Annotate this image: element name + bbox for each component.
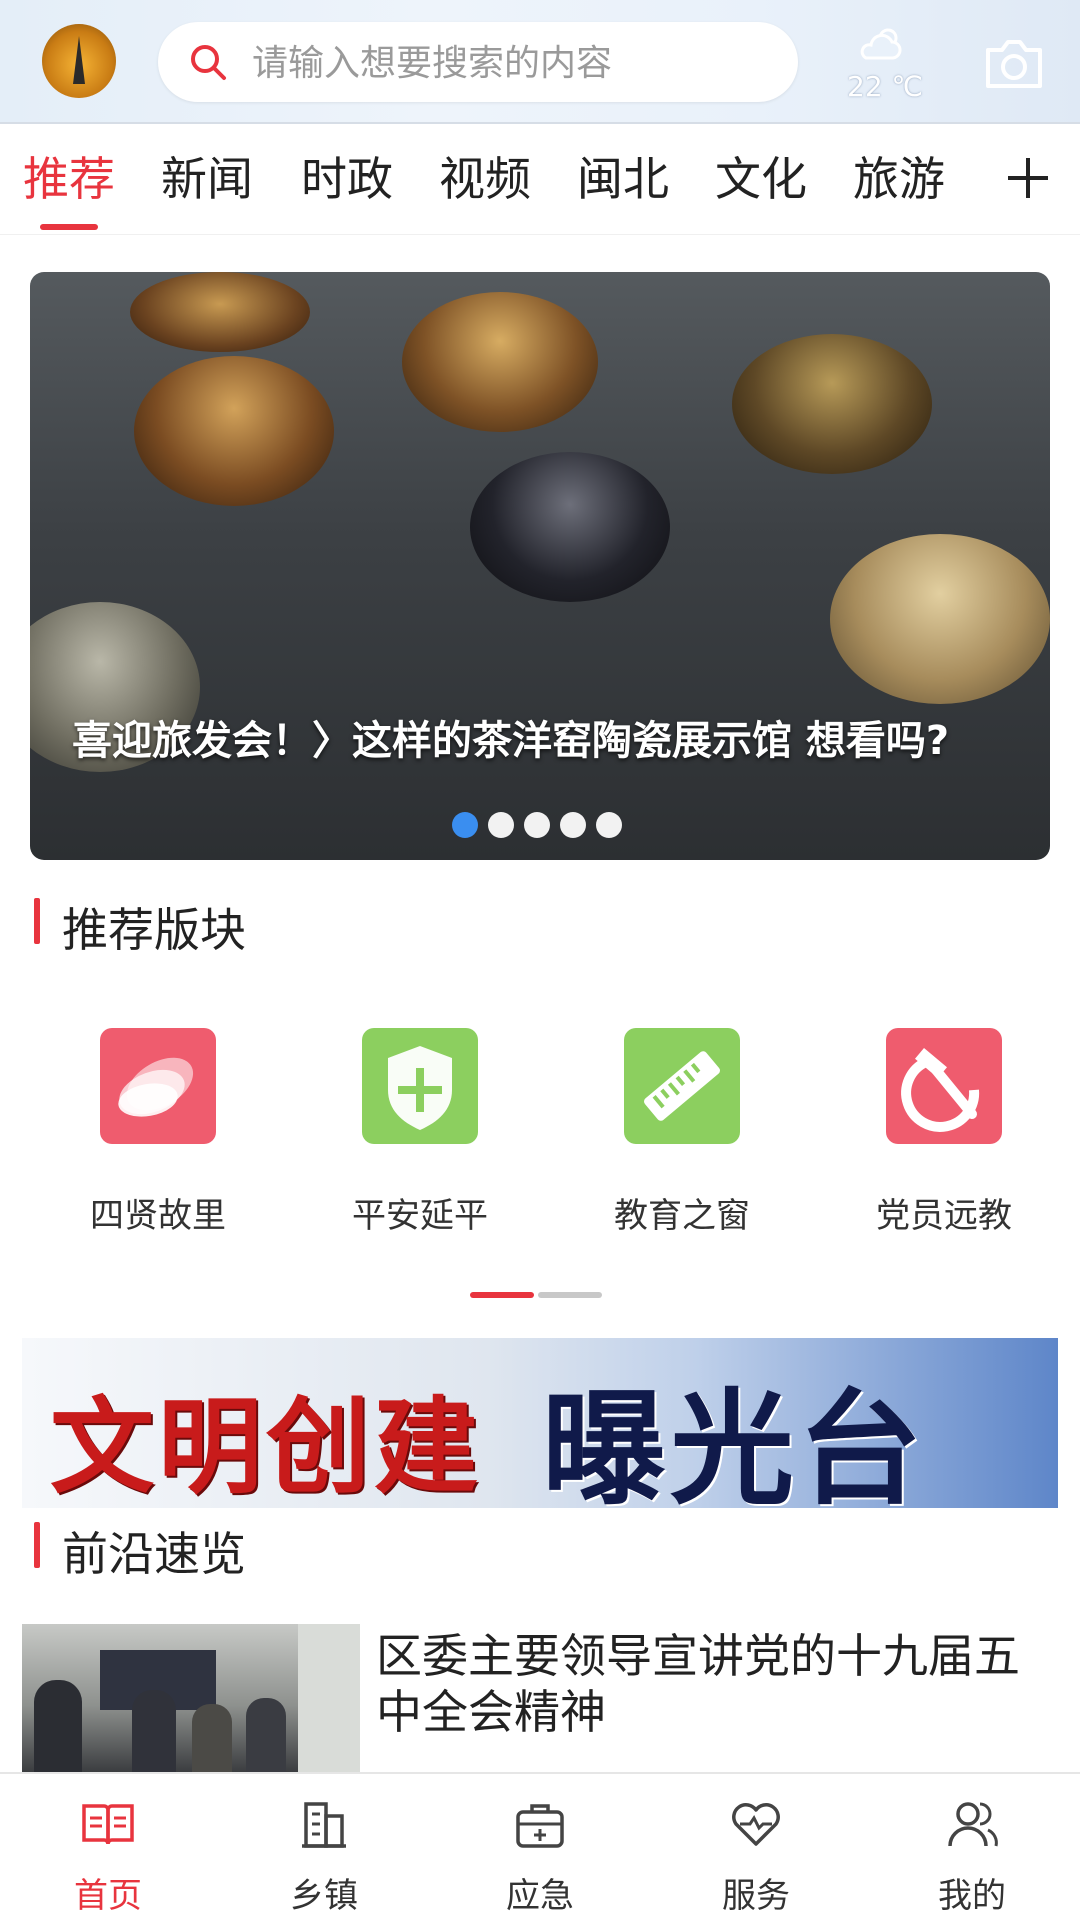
nav-emergency[interactable]: 应急 — [432, 1774, 648, 1922]
nav-label-home: 首页 — [74, 1876, 142, 1916]
thumbnail-person — [192, 1704, 232, 1772]
bowl — [402, 292, 598, 432]
tab-culture[interactable]: 文化 — [710, 124, 812, 234]
nav-home[interactable]: 首页 — [0, 1774, 216, 1922]
grid-page-indicator-active — [470, 1292, 534, 1298]
petals-icon[interactable] — [100, 1028, 216, 1144]
top-header: 22 ℃ — [0, 0, 1080, 124]
building-icon — [302, 1802, 346, 1848]
app-logo[interactable] — [42, 24, 116, 98]
thumbnail-person — [132, 1690, 176, 1772]
thumbnail-person — [246, 1698, 286, 1772]
carousel-banner[interactable]: 喜迎旅发会！〉这样的茶洋窑陶瓷展示馆 想看吗? — [30, 272, 1050, 860]
bowl — [470, 452, 670, 602]
bowl — [130, 272, 310, 352]
heart-icon — [732, 1803, 780, 1846]
news-thumbnail[interactable] — [22, 1624, 360, 1772]
nav-service[interactable]: 服务 — [648, 1774, 864, 1922]
nav-label-service: 服务 — [722, 1876, 790, 1916]
news-title[interactable]: 区委主要领导宣讲党的十九届五中全会精神 — [376, 1628, 1046, 1740]
search-input[interactable] — [250, 22, 774, 104]
active-tab-indicator — [40, 224, 98, 230]
grid-label-party[interactable]: 党员远教 — [829, 1188, 1059, 1237]
weather-temperature: 22 ℃ — [847, 70, 923, 103]
hammer-sickle-icon[interactable] — [886, 1028, 1002, 1144]
carousel-dot[interactable] — [488, 812, 514, 838]
tab-recommend[interactable]: 推荐 — [18, 124, 120, 234]
ruler-icon[interactable] — [624, 1028, 740, 1144]
grid-label-education[interactable]: 教育之窗 — [567, 1188, 797, 1237]
carousel-dot[interactable] — [560, 812, 586, 838]
bowl — [732, 334, 932, 474]
nav-label-towns: 乡镇 — [290, 1876, 358, 1916]
grid-label-pingan[interactable]: 平安延平 — [305, 1188, 535, 1237]
search-bar[interactable] — [158, 22, 798, 104]
thumbnail-person — [34, 1680, 82, 1772]
grid-label-sixian[interactable]: 四贤故里 — [43, 1188, 273, 1237]
nav-label-emergency: 应急 — [506, 1876, 574, 1916]
tab-minbei[interactable]: 闽北 — [572, 124, 674, 234]
shield-icon[interactable] — [362, 1028, 478, 1144]
first-aid-kit-icon — [516, 1804, 564, 1848]
tab-video[interactable]: 视频 — [434, 124, 536, 234]
category-tabs: 推荐 新闻 时政 视频 闽北 文化 旅游 — [0, 124, 1080, 235]
partly-cloudy-icon — [860, 28, 902, 60]
banner-caption: 喜迎旅发会！〉这样的茶洋窑陶瓷展示馆 想看吗? — [72, 718, 950, 764]
user-icon — [948, 1802, 998, 1847]
section-title-recommended: 推荐版块 — [62, 903, 246, 957]
add-tab-icon[interactable] — [1000, 150, 1056, 206]
search-icon — [191, 45, 226, 80]
tab-news[interactable]: 新闻 — [156, 124, 258, 234]
carousel-dot[interactable] — [452, 812, 478, 838]
promo-text-blue: 曝光台 — [542, 1377, 927, 1508]
book-icon — [82, 1804, 134, 1845]
grid-page-indicator — [538, 1292, 602, 1298]
nav-mine[interactable]: 我的 — [864, 1774, 1080, 1922]
tab-politics[interactable]: 时政 — [296, 124, 398, 234]
nav-label-mine: 我的 — [938, 1876, 1006, 1916]
carousel-dot[interactable] — [524, 812, 550, 838]
bowl — [830, 534, 1050, 704]
carousel-dot[interactable] — [596, 812, 622, 838]
section-marker — [34, 898, 40, 944]
tab-travel[interactable]: 旅游 — [848, 124, 950, 234]
bottom-navigation: 首页 乡镇 应急 服务 我的 — [0, 1772, 1080, 1922]
section-title-frontier: 前沿速览 — [62, 1527, 246, 1581]
thumbnail-wall — [298, 1624, 360, 1772]
promo-text-red: 文明创建 — [50, 1385, 483, 1508]
promo-banner[interactable]: 文明创建 曝光台 — [22, 1338, 1058, 1508]
bowl — [134, 356, 334, 506]
section-marker — [34, 1522, 40, 1568]
camera-icon[interactable] — [982, 36, 1046, 92]
nav-towns[interactable]: 乡镇 — [216, 1774, 432, 1922]
